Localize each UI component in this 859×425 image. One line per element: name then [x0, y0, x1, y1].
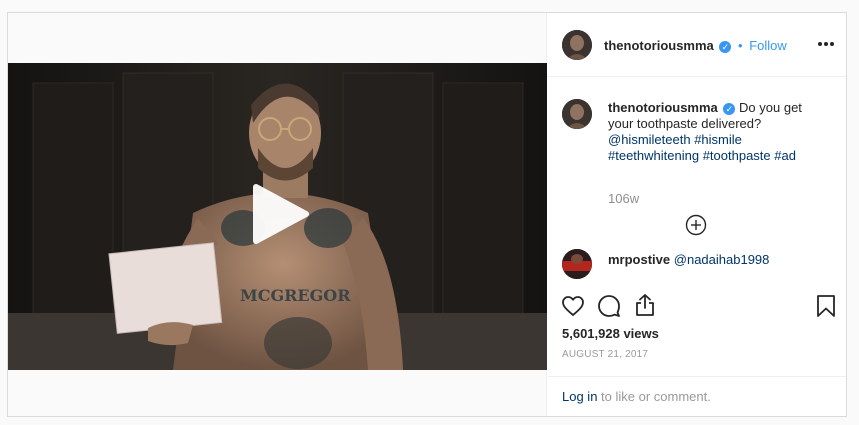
hashtag-link[interactable]: #teethwhitening: [608, 148, 699, 163]
follow-button[interactable]: Follow: [749, 38, 787, 53]
post-header: thenotoriousmma ✓ • Follow: [548, 13, 846, 77]
post-media: MCGREGOR: [8, 13, 547, 416]
hashtag-link[interactable]: #hismile: [694, 132, 742, 147]
post-side-panel: thenotoriousmma ✓ • Follow thenotoriousm…: [548, 13, 846, 416]
avatar-image: [562, 249, 592, 279]
post-date: AUGUST 21, 2017: [562, 349, 649, 360]
plus-circle-icon[interactable]: [685, 214, 707, 236]
comment-icon[interactable]: [597, 294, 621, 318]
bookmark-icon[interactable]: [815, 294, 837, 318]
play-icon[interactable]: [248, 183, 310, 245]
header-author-line: thenotoriousmma ✓ • Follow: [604, 38, 787, 53]
tattoo-lettering: MCGREGOR: [240, 286, 351, 305]
login-prompt: Log in to like or comment.: [562, 389, 711, 404]
avatar-image: [562, 99, 592, 129]
post-caption: thenotoriousmma ✓ Do you get your toothp…: [608, 100, 828, 164]
author-avatar[interactable]: [562, 30, 592, 60]
more-horizontal-icon[interactable]: [817, 38, 835, 50]
caption-mention[interactable]: @hismileteeth: [608, 132, 691, 147]
header-separator: •: [738, 38, 743, 53]
author-username[interactable]: thenotoriousmma: [604, 38, 714, 53]
heart-icon[interactable]: [561, 294, 585, 318]
verified-badge-icon: ✓: [719, 41, 732, 53]
caption-avatar[interactable]: [562, 99, 592, 129]
comment-username[interactable]: mrpostive: [608, 252, 670, 267]
hashtag-link[interactable]: #ad: [774, 148, 796, 163]
share-icon[interactable]: [633, 293, 657, 317]
instagram-post: MCGREGOR thenotoriousmma ✓ • Follow then…: [7, 12, 847, 417]
comment-item: mrpostive @nadaihab1998: [608, 252, 769, 267]
caption-time-ago[interactable]: 106w: [608, 191, 639, 206]
caption-username[interactable]: thenotoriousmma: [608, 100, 718, 115]
avatar-image: [562, 30, 592, 60]
view-count[interactable]: 5,601,928 views: [562, 326, 659, 341]
verified-badge-icon: ✓: [723, 103, 736, 115]
comment-avatar[interactable]: [562, 249, 592, 279]
video-player[interactable]: MCGREGOR: [8, 63, 547, 370]
login-link[interactable]: Log in: [562, 389, 597, 404]
hashtag-link[interactable]: #toothpaste: [703, 148, 771, 163]
login-prompt-text: to like or comment.: [601, 389, 711, 404]
post-actions: 5,601,928 views AUGUST 21, 2017: [548, 285, 846, 377]
comment-mention[interactable]: @nadaihab1998: [674, 252, 770, 267]
